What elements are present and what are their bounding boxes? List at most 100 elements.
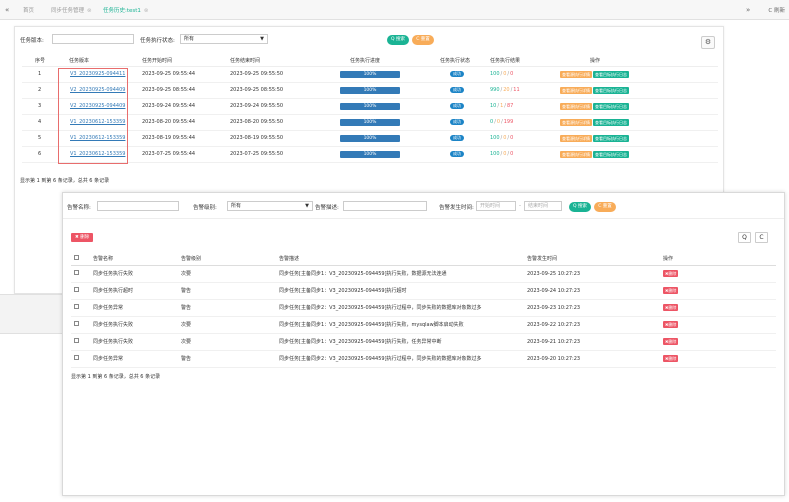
view-target-log-button[interactable]: 查看目标执行日志 xyxy=(593,102,629,110)
view-target-log-button[interactable]: 查看目标执行日志 xyxy=(593,134,629,142)
alert-op-cell: ✖删除 xyxy=(663,350,776,368)
select-all-checkbox-cell xyxy=(71,253,93,266)
row-delete-button[interactable]: ✖删除 xyxy=(663,270,679,277)
result-warning-count: 20 xyxy=(503,87,510,93)
row-number: 5 xyxy=(22,130,52,147)
view-target-log-button[interactable]: 查看目标执行日志 xyxy=(593,118,629,126)
result-error-count: 87 xyxy=(506,103,514,109)
result-error-count: 0 xyxy=(510,151,514,157)
batch-delete-button[interactable]: ✖ 删除 xyxy=(71,233,94,242)
end-time: 2023-08-20 09:55:50 xyxy=(230,114,330,131)
refresh-tabs-button[interactable]: C 刷新 xyxy=(768,6,785,14)
row-delete-button[interactable]: ✖删除 xyxy=(663,304,679,311)
view-target-log-button[interactable]: 查看目标执行日志 xyxy=(593,86,629,94)
alert-row: 同步任务执行超时 警告 同步任务[主备同步1：V3_20230925-094459]… xyxy=(71,282,776,300)
select-all-checkbox[interactable] xyxy=(74,255,79,261)
alert-level: 次要 xyxy=(181,333,279,351)
chevron-down-icon: ▼ xyxy=(305,203,309,209)
view-source-detail-button[interactable]: 查看源执行详情 xyxy=(560,86,592,94)
end-time: 2023-08-19 09:55:50 xyxy=(230,130,330,147)
row-checkbox-cell xyxy=(71,299,93,317)
progress-cell: 100% xyxy=(330,98,440,115)
version-input[interactable] xyxy=(52,34,134,44)
row-delete-button[interactable]: ✖删除 xyxy=(663,338,679,345)
tab-label: 任务历史:test1 xyxy=(103,8,141,14)
alert-row: 同步任务异常 警告 同步任务[主备同步2：V3_20230925-094459]执行… xyxy=(71,350,776,368)
progress-bar: 100% xyxy=(340,102,400,110)
status-badge: 成功 xyxy=(450,135,464,141)
alert-description: 同步任务[主备同步1：V3_20230925-094459]执行失败，mysql… xyxy=(279,316,527,334)
alert-table-header: 告警名称 告警级别 告警描述 告警发生时间 操作 xyxy=(71,253,776,266)
tab-home-label: 首页 xyxy=(23,8,35,14)
alert-name-input[interactable] xyxy=(97,201,179,211)
alert-name-label: 告警名称: xyxy=(67,205,91,211)
alert-level-value: 所有 xyxy=(231,203,242,209)
progress-bar: 100% xyxy=(340,134,400,142)
row-delete-button[interactable]: ✖删除 xyxy=(663,355,679,362)
tab-task-history[interactable]: 任务历史:test1 ⊗ xyxy=(100,5,152,17)
end-time: 2023-07-25 09:55:50 xyxy=(230,146,330,163)
alert-reset-button[interactable]: C 重置 xyxy=(594,202,616,212)
settings-gear-icon[interactable]: ⚙ xyxy=(701,36,715,49)
tab-strip: « 首页 同步任务管理 ⊗ 任务历史:test1 ⊗ » C 刷新 xyxy=(0,0,789,20)
row-checkbox[interactable] xyxy=(74,338,79,343)
status-badge: 成功 xyxy=(450,151,464,157)
alert-op-cell: ✖删除 xyxy=(663,299,776,317)
row-delete-button[interactable]: ✖删除 xyxy=(663,287,679,294)
view-target-log-button[interactable]: 查看目标执行日志 xyxy=(593,70,629,78)
state-cell: 成功 xyxy=(440,98,490,115)
row-checkbox[interactable] xyxy=(74,304,79,309)
result-cell: 990/20/11 xyxy=(490,82,560,99)
start-time: 2023-09-25 08:55:44 xyxy=(142,82,230,99)
state-select[interactable]: 所有 ▼ xyxy=(180,34,268,44)
alert-level-select[interactable]: 所有 ▼ xyxy=(227,201,313,211)
alert-search-button[interactable]: Q 搜索 xyxy=(569,202,591,212)
alert-level: 警告 xyxy=(181,299,279,317)
tab-sync-task-management[interactable]: 同步任务管理 ⊗ xyxy=(48,5,95,17)
alert-description: 同步任务[主备同步2：V3_20230925-094459]执行过程中，同步失败… xyxy=(279,299,527,317)
status-badge: 成功 xyxy=(450,103,464,109)
refresh-icon[interactable]: C xyxy=(755,232,768,243)
alert-name: 同步任务执行超时 xyxy=(93,282,181,300)
start-time: 2023-08-20 09:55:44 xyxy=(142,114,230,131)
view-source-detail-button[interactable]: 查看源执行详情 xyxy=(560,118,592,126)
row-checkbox-cell xyxy=(71,333,93,351)
alert-op-cell: ✖删除 xyxy=(663,316,776,334)
close-icon[interactable]: ⊗ xyxy=(144,8,149,14)
alert-time: 2023-09-23 10:27:23 xyxy=(527,299,663,317)
close-icon[interactable]: ⊗ xyxy=(87,8,92,14)
view-source-detail-button[interactable]: 查看源执行详情 xyxy=(560,134,592,142)
alert-end-time-input[interactable]: 结束时间 xyxy=(524,201,562,211)
view-source-detail-button[interactable]: 查看源执行详情 xyxy=(560,102,592,110)
tab-home[interactable]: 首页 xyxy=(20,5,37,17)
row-checkbox[interactable] xyxy=(74,355,79,360)
row-checkbox[interactable] xyxy=(74,270,79,275)
row-checkbox[interactable] xyxy=(74,321,79,326)
history-search-button[interactable]: Q 搜索 xyxy=(387,35,409,45)
col-header: 告警级别 xyxy=(181,253,279,266)
progress-bar: 100% xyxy=(340,86,400,94)
search-icon[interactable]: Q xyxy=(738,232,751,243)
result-cell: 0/0/199 xyxy=(490,114,560,131)
alert-row: 同步任务执行失败 次要 同步任务[主备同步1：V3_20230925-094459]… xyxy=(71,316,776,334)
alert-desc-input[interactable] xyxy=(343,201,427,211)
alert-description: 同步任务[主备同步1：V3_20230925-094459]执行超时 xyxy=(279,282,527,300)
row-checkbox[interactable] xyxy=(74,287,79,292)
row-delete-button[interactable]: ✖删除 xyxy=(663,321,679,328)
row-checkbox-cell xyxy=(71,316,93,334)
status-badge: 成功 xyxy=(450,119,464,125)
alert-start-time-input[interactable]: 开始时间 xyxy=(476,201,516,211)
result-cell: 100/0/0 xyxy=(490,146,560,163)
tab-next-icon[interactable]: » xyxy=(746,6,750,14)
row-number: 3 xyxy=(22,98,52,115)
view-target-log-button[interactable]: 查看目标执行日志 xyxy=(593,150,629,158)
history-reset-button[interactable]: C 重置 xyxy=(412,35,434,45)
history-search-bar: 任务版本: 任务执行状态: 所有 ▼ Q 搜索 C 重置 xyxy=(16,32,716,52)
tab-prev-icon[interactable]: « xyxy=(5,6,9,14)
col-header: 告警发生时间 xyxy=(527,253,663,266)
view-source-detail-button[interactable]: 查看源执行详情 xyxy=(560,150,592,158)
alert-description: 同步任务[主备同步1：V3_20230925-094459]执行失败，数据源无法… xyxy=(279,265,527,283)
view-source-detail-button[interactable]: 查看源执行详情 xyxy=(560,70,592,78)
operations-cell: 查看源执行详情 查看目标执行日志 xyxy=(560,130,718,147)
state-cell: 成功 xyxy=(440,130,490,147)
